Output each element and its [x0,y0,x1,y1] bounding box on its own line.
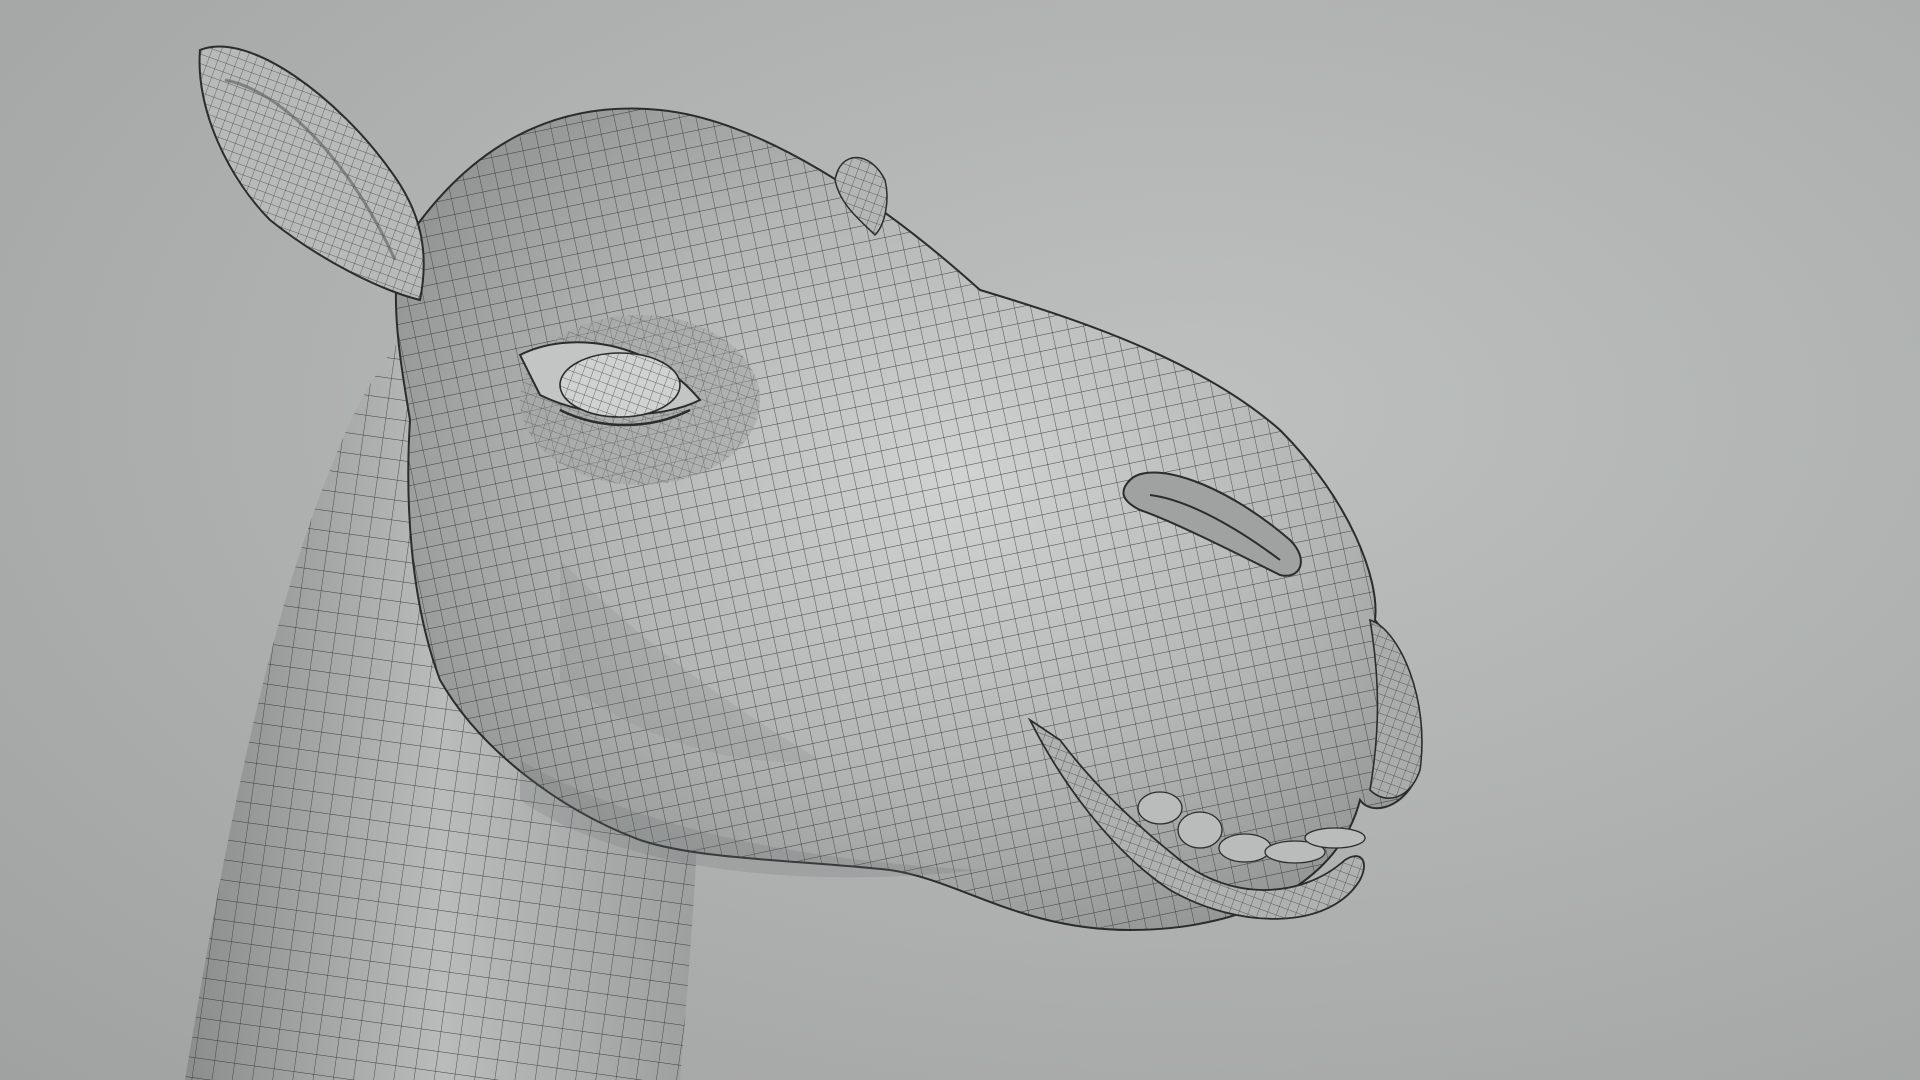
3d-viewport[interactable] [0,0,1920,1080]
lip-mesh [1368,618,1423,799]
eye-mesh [518,315,760,485]
ear-mesh [198,45,425,302]
camel-head-render [185,45,1423,1080]
